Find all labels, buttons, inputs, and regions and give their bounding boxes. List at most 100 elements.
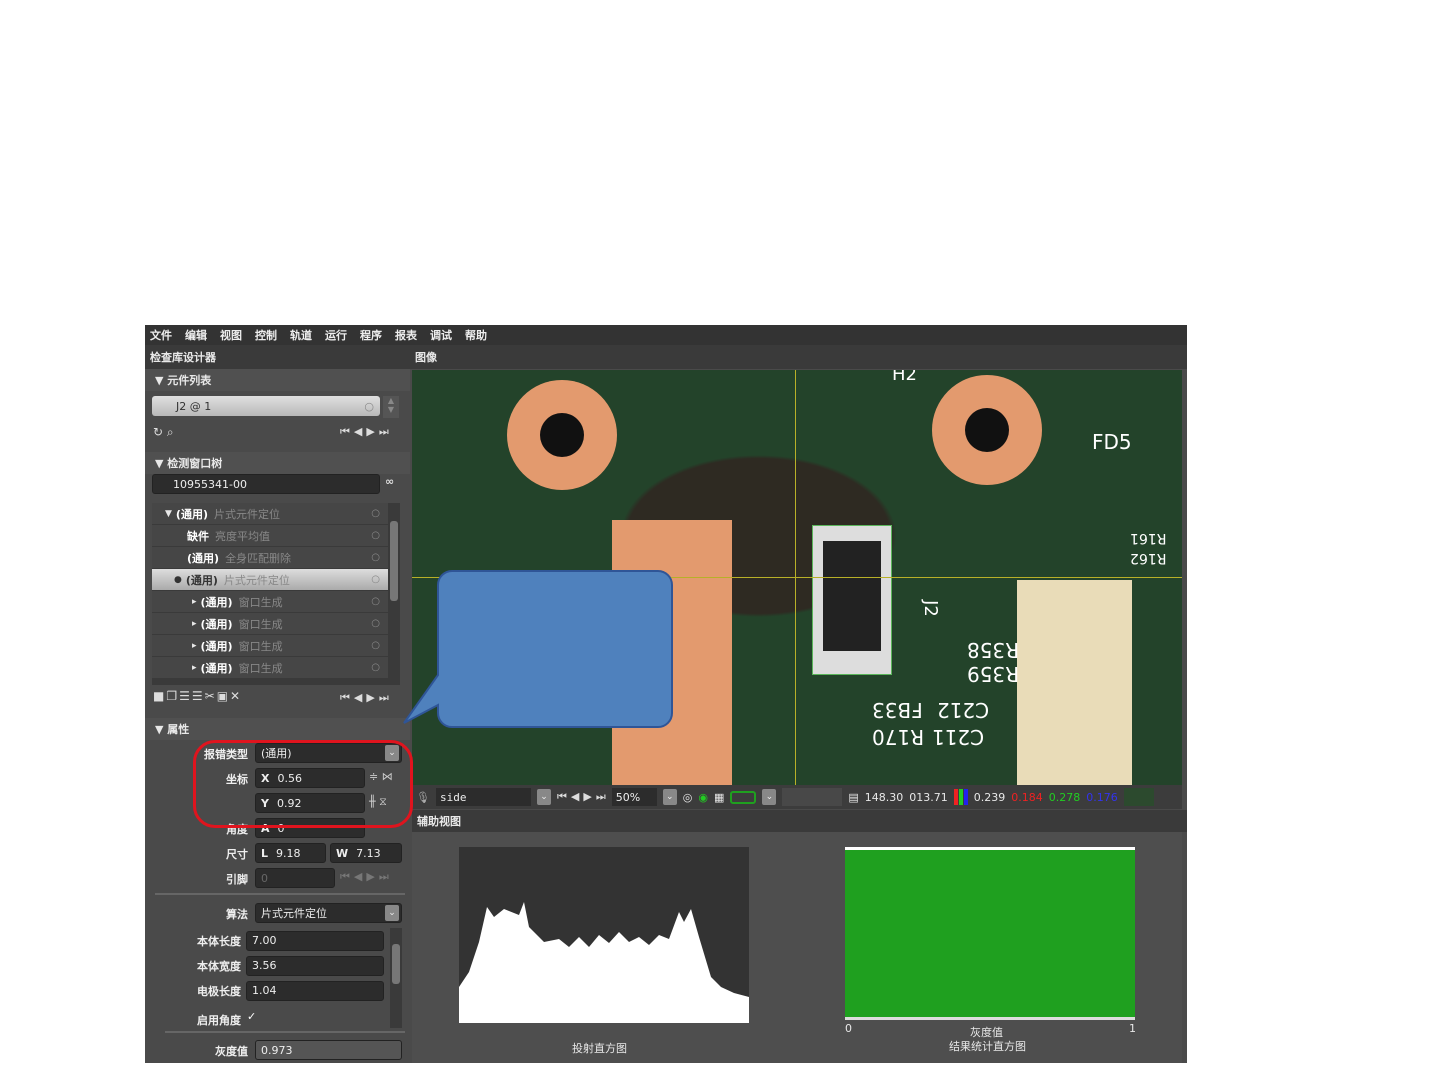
menu-program[interactable]: 程序 — [360, 327, 382, 343]
menu-edit[interactable]: 编辑 — [185, 327, 207, 343]
row-name: 窗口生成 — [238, 661, 283, 675]
row-tag: 缺件 — [187, 529, 209, 543]
section-component-list[interactable]: ▼ 元件列表 — [145, 369, 410, 391]
tree-row[interactable]: 缺件 亮度平均值 ○ — [152, 525, 388, 547]
cut-icon[interactable]: ✂ — [205, 689, 217, 703]
tree-row[interactable]: ▼ (通用) 片式元件定位 ○ — [152, 503, 388, 525]
inspection-library-designer: 检查库设计器 ▼ 元件列表 J2 @ 1 ○ ▲ ▼ ↻ ⌕ ⏮ ◀ ▶ ⏭ ▼ 检测窗口… — [145, 345, 410, 1063]
hist2-caption: 结果统计直方图 — [949, 1040, 1026, 1053]
expand-icon[interactable]: ▸ — [192, 619, 197, 629]
next-icon[interactable]: ▶ — [366, 691, 374, 705]
move-down-icon[interactable]: ☰ — [192, 689, 205, 703]
status-circle-icon: ○ — [371, 574, 380, 585]
prev-icon[interactable]: ◀ — [354, 425, 362, 439]
menu-file[interactable]: 文件 — [150, 327, 172, 343]
chevron-down-icon[interactable]: ⌄ — [662, 789, 677, 805]
zoom-select[interactable]: 50% — [611, 788, 657, 806]
expand-icon[interactable]: ▼ — [165, 509, 172, 519]
section-window-tree[interactable]: ▼ 检测窗口树 — [145, 452, 410, 474]
menu-track[interactable]: 轨道 — [290, 327, 312, 343]
last-icon[interactable]: ⏭ — [379, 691, 389, 705]
width-value: 7.13 — [356, 846, 381, 860]
next-icon[interactable]: ▶ — [366, 425, 374, 439]
expand-icon[interactable]: ▸ — [192, 663, 197, 673]
section-properties[interactable]: ▼ 属性 — [145, 718, 410, 740]
row-name: 片式元件定位 — [213, 507, 280, 521]
menu-view[interactable]: 视图 — [220, 327, 242, 343]
last-icon[interactable]: ⏭ — [379, 870, 389, 884]
hist1-caption: 投射直方图 — [572, 1042, 627, 1055]
program-field[interactable]: 10955341-00 — [152, 474, 380, 494]
target-icon[interactable]: ◎ — [683, 791, 693, 804]
section-title: 检测窗口树 — [167, 457, 223, 470]
row-name: 窗口生成 — [238, 639, 283, 653]
enable-angle-checkbox[interactable]: ✓ — [247, 1010, 256, 1023]
tree-row[interactable]: ▸ (通用) 窗口生成 ○ — [152, 591, 388, 613]
first-icon[interactable]: ⏮ — [340, 691, 350, 705]
first-icon[interactable]: ⏮ — [557, 790, 567, 804]
last-icon[interactable]: ⏭ — [379, 425, 389, 439]
color-frame-select[interactable] — [730, 790, 757, 804]
tree-row[interactable]: ▸ (通用) 窗口生成 ○ — [152, 635, 388, 657]
param-field[interactable]: 3.56 — [246, 955, 384, 976]
pcb-label: R358 — [967, 638, 1020, 662]
tree-row[interactable]: ● (通用) 片式元件定位 ○ — [152, 569, 388, 591]
params-scrollbar[interactable] — [390, 928, 402, 1028]
paste-icon[interactable]: ▣ — [217, 689, 230, 703]
axis-min: 0 — [845, 1022, 852, 1035]
prev-icon[interactable]: ◀ — [571, 790, 579, 804]
length-field[interactable]: L 9.18 — [255, 843, 326, 863]
crosshair-v — [795, 370, 796, 785]
menu-bar: 文件 编辑 视图 控制 轨道 运行 程序 报表 调试 帮助 — [145, 325, 1187, 345]
gray-field[interactable]: 0.973 — [255, 1040, 402, 1060]
tree-row[interactable]: ▸ (通用) 窗口生成 ○ — [152, 657, 388, 679]
chevron-down-icon[interactable]: ⌄ — [762, 789, 777, 805]
param-field[interactable]: 1.04 — [246, 980, 384, 1001]
prev-icon[interactable]: ◀ — [354, 691, 362, 705]
pin-field[interactable]: 0 — [255, 868, 335, 888]
menu-help[interactable]: 帮助 — [465, 327, 487, 343]
menu-report[interactable]: 报表 — [395, 327, 417, 343]
width-field[interactable]: W 7.13 — [330, 843, 402, 863]
expand-icon[interactable]: ▸ — [192, 597, 197, 607]
delete-icon[interactable]: ✕ — [230, 689, 242, 703]
tree-row[interactable]: ▸ (通用) 窗口生成 ○ — [152, 613, 388, 635]
camera-select[interactable]: side — [435, 788, 531, 806]
copper-pad — [507, 380, 617, 490]
spin-buttons[interactable]: ▲ ▼ — [383, 396, 399, 418]
tree-toolbar: ■❐☰☰✂▣✕ — [153, 689, 242, 703]
first-icon[interactable]: ⏮ — [340, 425, 350, 439]
param-field[interactable]: 7.00 — [246, 930, 384, 951]
next-icon[interactable]: ▶ — [583, 790, 591, 804]
expand-icon[interactable]: ▸ — [192, 641, 197, 651]
chevron-down-icon: ⌄ — [385, 905, 399, 921]
expand-icon[interactable]: ● — [174, 575, 182, 585]
grid-icon[interactable]: ▦ — [714, 791, 724, 804]
prev-icon[interactable]: ◀ — [354, 870, 362, 884]
red-readout: 0.184 — [1011, 790, 1043, 804]
projection-histogram — [459, 847, 749, 1023]
chevron-down-icon[interactable]: ⌄ — [536, 789, 551, 805]
enable-angle-label: 启用角度 — [197, 1014, 241, 1027]
refresh-icon[interactable]: ↻ ⌕ — [153, 425, 174, 440]
frame-nav: ⏮ ◀ ▶ ⏭ — [557, 790, 606, 804]
menu-run[interactable]: 运行 — [325, 327, 347, 343]
move-up-icon[interactable]: ☰ — [179, 689, 192, 703]
tree-row[interactable]: (通用) 全身匹配删除 ○ — [152, 547, 388, 569]
axis-max: 1 — [1129, 1022, 1136, 1035]
menu-control[interactable]: 控制 — [255, 327, 277, 343]
last-icon[interactable]: ⏭ — [596, 790, 606, 804]
copy-icon[interactable]: ❐ — [166, 689, 179, 703]
component-select[interactable]: J2 @ 1 ○ — [152, 396, 380, 416]
row-name: 片式元件定位 — [223, 573, 290, 587]
add-icon[interactable]: ■ — [153, 689, 166, 703]
eye-icon[interactable]: ◉ — [698, 791, 708, 804]
white-component — [1017, 580, 1132, 785]
link-icon[interactable]: ∞ — [385, 475, 394, 488]
menu-debug[interactable]: 调试 — [430, 327, 452, 343]
algorithm-select[interactable]: 片式元件定位 ⌄ — [255, 903, 402, 923]
row-tag: (通用) — [175, 507, 208, 521]
window-tree: ▼ (通用) 片式元件定位 ○ 缺件 亮度平均值 ○ (通用) 全身匹配删除 ○ ● (通用) 片式元件… — [152, 503, 388, 685]
next-icon[interactable]: ▶ — [366, 870, 374, 884]
first-icon[interactable]: ⏮ — [340, 870, 350, 884]
